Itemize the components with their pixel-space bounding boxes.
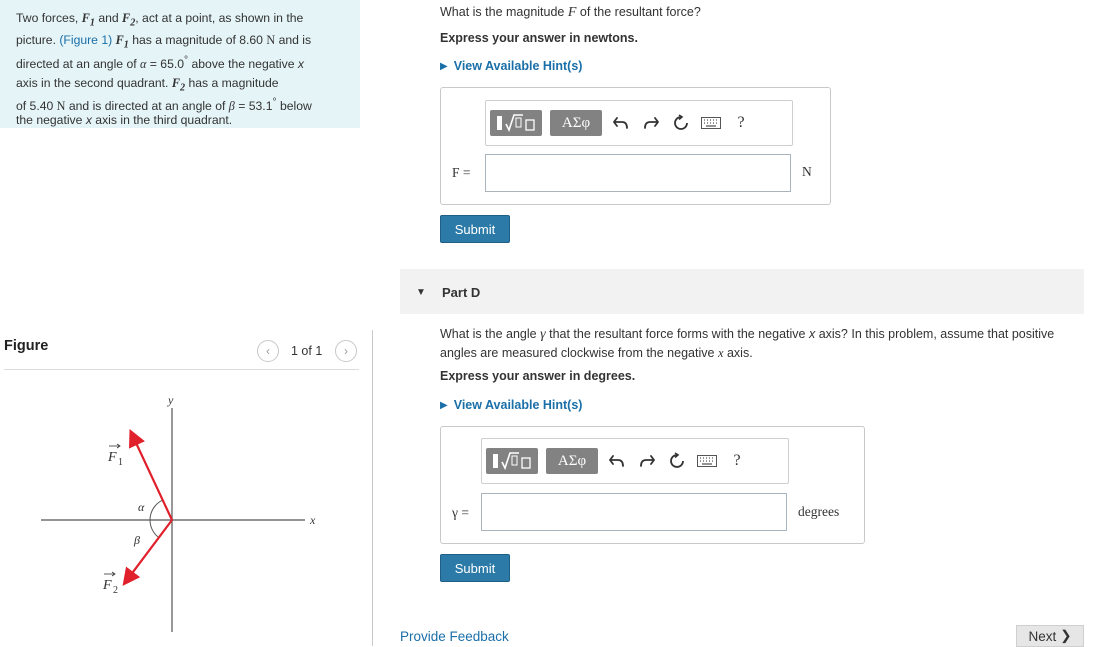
problem-statement: Two forces, F1 and F2, act at a point, a… — [0, 0, 360, 128]
alpha-label: α — [138, 500, 145, 514]
beta-label: β — [133, 533, 140, 547]
partd-question: What is the angle γ that the resultant f… — [440, 327, 1055, 360]
fraction-root-template-icon — [493, 452, 531, 471]
svg-text:2: 2 — [113, 585, 118, 596]
figure-pager-text: 1 of 1 — [291, 344, 323, 358]
chevron-right-icon: › — [344, 344, 348, 358]
vector-f1: F1 — [81, 11, 95, 29]
partc-units-instruction: Express your answer in newtons. — [440, 31, 638, 45]
next-button[interactable]: Next ❯ — [1016, 625, 1084, 647]
partc-hints-toggle[interactable]: ▶ View Available Hint(s) — [440, 59, 582, 73]
reset-icon[interactable] — [670, 112, 692, 134]
problem-line-4: axis in the second quadrant. F2 has a ma… — [16, 76, 279, 94]
figure-next-button[interactable]: › — [335, 340, 357, 362]
undo-icon[interactable] — [610, 112, 632, 134]
caret-right-icon: ▶ — [440, 399, 448, 411]
vector-f2: F2 — [122, 11, 136, 29]
svg-text:1: 1 — [118, 457, 123, 468]
caret-right-icon: ▶ — [440, 60, 448, 72]
partd-input-label: γ = — [452, 505, 469, 520]
greek-symbols-button[interactable]: ΑΣφ — [546, 448, 598, 474]
figure-divider — [4, 369, 359, 370]
partd-submit-button[interactable]: Submit — [440, 554, 510, 582]
f2-label: F 2 — [102, 571, 118, 596]
redo-icon[interactable] — [640, 112, 662, 134]
partd-header[interactable] — [400, 269, 1084, 314]
partc-question: What is the magnitude F of the resultant… — [440, 5, 701, 20]
caret-down-icon[interactable]: ▼ — [416, 287, 426, 298]
help-icon[interactable]: ? — [730, 112, 752, 134]
fraction-root-template-icon — [497, 114, 535, 133]
reset-icon[interactable] — [666, 450, 688, 472]
pane-divider — [372, 330, 373, 646]
chevron-right-icon: ❯ — [1060, 628, 1072, 643]
redo-icon[interactable] — [636, 450, 658, 472]
problem-line-1: Two forces, F1 and F2, act at a point, a… — [16, 11, 304, 29]
partd-math-toolbar: ΑΣφ ? — [481, 438, 789, 484]
figure-link[interactable]: (Figure 1) — [59, 33, 112, 47]
chevron-left-icon: ‹ — [266, 344, 270, 358]
force-diagram: y x α β F 1 F 2 — [41, 393, 316, 632]
keyboard-icon[interactable] — [700, 112, 722, 134]
partc-submit-button[interactable]: Submit — [440, 215, 510, 243]
partd-title[interactable]: Part D — [442, 285, 480, 300]
fraction-root-template-button[interactable] — [490, 110, 542, 136]
vector-f2: F2 — [171, 76, 186, 94]
x-axis-label: x — [309, 513, 316, 527]
problem-line-3: directed at an angle of α = 65.0° above … — [16, 55, 304, 72]
provide-feedback-link[interactable]: Provide Feedback — [400, 629, 509, 644]
partd-unit-label: degrees — [798, 504, 840, 519]
partc-input-label: F = — [452, 165, 471, 180]
figure-prev-button[interactable]: ‹ — [257, 340, 279, 362]
keyboard-icon[interactable] — [696, 450, 718, 472]
svg-text:F: F — [107, 450, 117, 465]
undo-icon[interactable] — [606, 450, 628, 472]
f1-label: F 1 — [107, 443, 123, 468]
partd-answer-input[interactable] — [481, 493, 787, 531]
greek-symbols-button[interactable]: ΑΣφ — [550, 110, 602, 136]
partd-units-instruction: Express your answer in degrees. — [440, 369, 636, 383]
partc-math-toolbar: ΑΣφ ? — [485, 100, 793, 146]
figure-title: Figure — [4, 338, 49, 354]
y-axis-label: y — [167, 393, 174, 407]
problem-line-2: picture. (Figure 1) F1 has a magnitude o… — [16, 33, 312, 51]
partd-hints-toggle[interactable]: ▶ View Available Hint(s) — [440, 398, 582, 412]
help-icon[interactable]: ? — [726, 450, 748, 472]
problem-line-5: of 5.40 N and is directed at an angle of… — [16, 96, 312, 113]
beta-arc — [149, 519, 160, 538]
alpha-arc — [149, 499, 163, 521]
force-f2-arrow — [122, 519, 173, 586]
partc-answer-input[interactable] — [485, 154, 791, 192]
svg-text:F: F — [102, 578, 112, 593]
problem-line-6: the negative x axis in the third quadran… — [16, 113, 233, 128]
partc-unit-label: N — [802, 164, 812, 179]
vector-f1: F1 — [115, 33, 129, 51]
fraction-root-template-button[interactable] — [486, 448, 538, 474]
